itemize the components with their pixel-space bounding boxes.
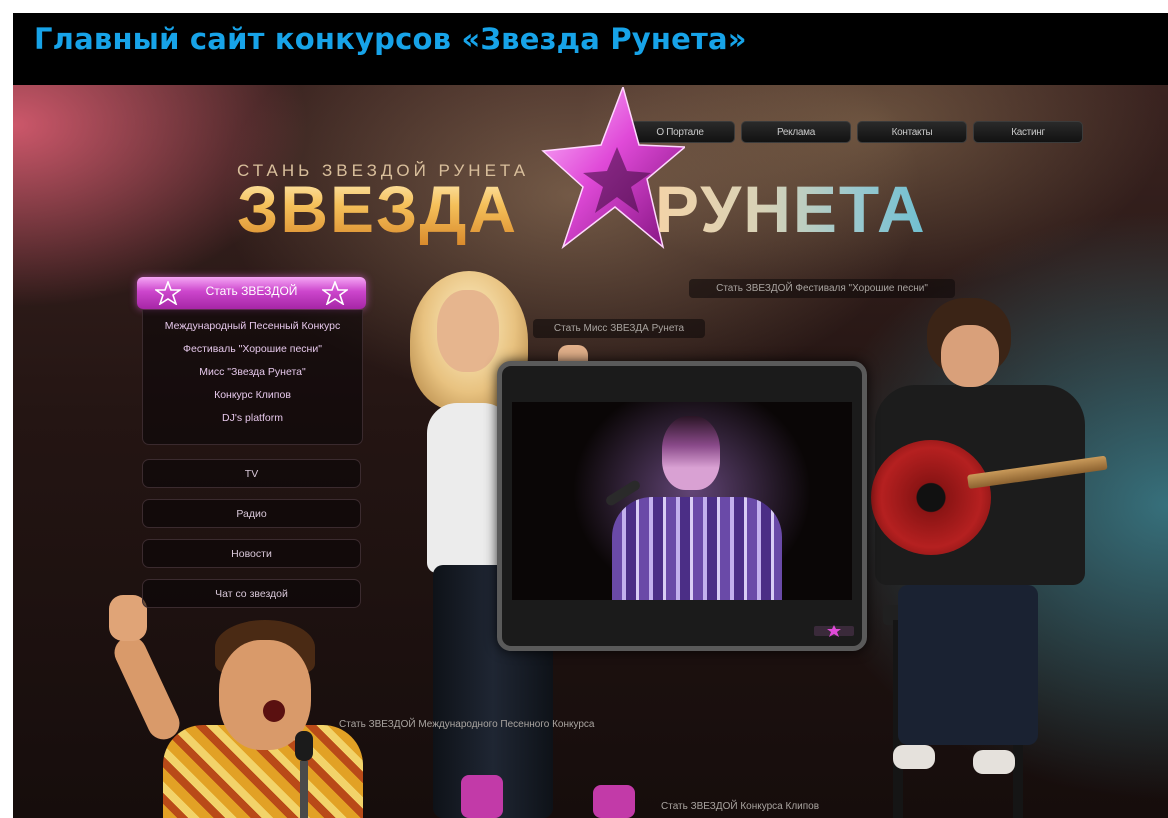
video-player[interactable]	[497, 361, 867, 651]
menu-link-djs[interactable]: DJ's platform	[143, 412, 362, 424]
menu-link-clips[interactable]: Конкурс Клипов	[143, 389, 362, 401]
menu-button-tv[interactable]: TV	[142, 459, 361, 488]
website-screenshot: О Портале Реклама Контакты Кастинг СТАНЬ…	[13, 85, 1168, 818]
menu-button-radio[interactable]: Радио	[142, 499, 361, 528]
link-song-contest-star[interactable]: Стать ЗВЕЗДОЙ Международного Песенного К…	[339, 719, 595, 730]
logo-word-right: РУНЕТА	[655, 172, 927, 246]
logo-word-left: ЗВЕЗДА	[237, 172, 519, 246]
contest-links-panel: Международный Песенный Конкурс Фестиваль…	[142, 310, 363, 445]
menu-link-song-contest[interactable]: Международный Песенный Конкурс	[143, 320, 362, 332]
video-logo-icon	[814, 625, 854, 637]
nav-contacts[interactable]: Контакты	[857, 121, 967, 143]
become-star-menu-header[interactable]: Стать ЗВЕЗДОЙ	[137, 277, 366, 309]
nav-casting[interactable]: Кастинг	[973, 121, 1083, 143]
nav-advertising[interactable]: Реклама	[741, 121, 851, 143]
link-clips-star[interactable]: Стать ЗВЕЗДОЙ Конкурса Клипов	[661, 801, 819, 812]
page-title: Главный сайт конкурсов «Звезда Рунета»	[34, 22, 747, 56]
link-festival-star[interactable]: Стать ЗВЕЗДОЙ Фестиваля "Хорошие песни"	[689, 279, 955, 298]
menu-button-news[interactable]: Новости	[142, 539, 361, 568]
menu-button-chat[interactable]: Чат со звездой	[142, 579, 361, 608]
video-frame-image[interactable]	[512, 402, 852, 600]
menu-link-festival[interactable]: Фестиваль "Хорошие песни"	[143, 343, 362, 355]
star-icon-right	[322, 281, 348, 305]
link-miss-star[interactable]: Стать Мисс ЗВЕЗДА Рунета	[533, 319, 705, 338]
menu-link-miss[interactable]: Мисс "Звезда Рунета"	[143, 366, 362, 378]
